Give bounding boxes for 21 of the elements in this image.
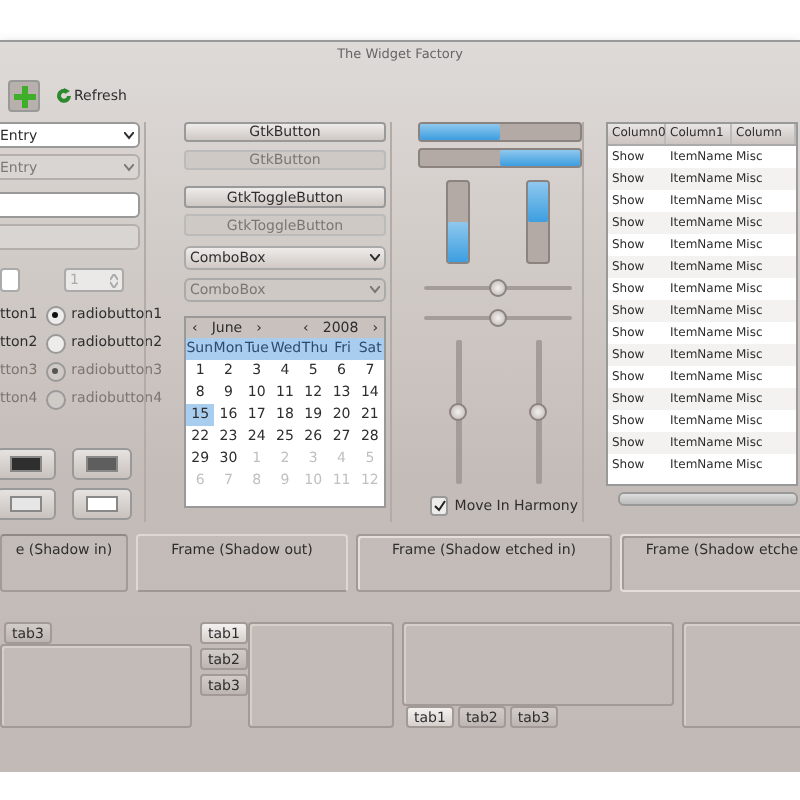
checkbox[interactable] <box>430 496 449 516</box>
radio-button[interactable] <box>45 333 66 353</box>
check-icon <box>433 500 446 512</box>
text-entry[interactable] <box>0 192 140 218</box>
slider-thumb[interactable] <box>449 403 467 421</box>
chevron-down-icon <box>370 286 380 294</box>
spin-button[interactable] <box>0 268 20 292</box>
color-button[interactable] <box>72 488 132 520</box>
chevron-down-icon <box>370 254 380 262</box>
color-button[interactable] <box>0 448 56 480</box>
refresh-icon <box>56 88 72 104</box>
slider-thumb[interactable] <box>529 403 547 421</box>
chevron-down-icon <box>124 131 134 139</box>
slider-thumb[interactable] <box>489 278 507 296</box>
radio-button[interactable] <box>45 305 66 325</box>
spin-arrows-icon <box>110 273 118 287</box>
slider-thumb[interactable] <box>489 308 507 326</box>
color-button[interactable] <box>72 448 132 480</box>
color-button[interactable] <box>0 488 56 520</box>
horizontal-scrollbar[interactable] <box>618 492 798 506</box>
chevron-down-icon <box>124 163 134 171</box>
